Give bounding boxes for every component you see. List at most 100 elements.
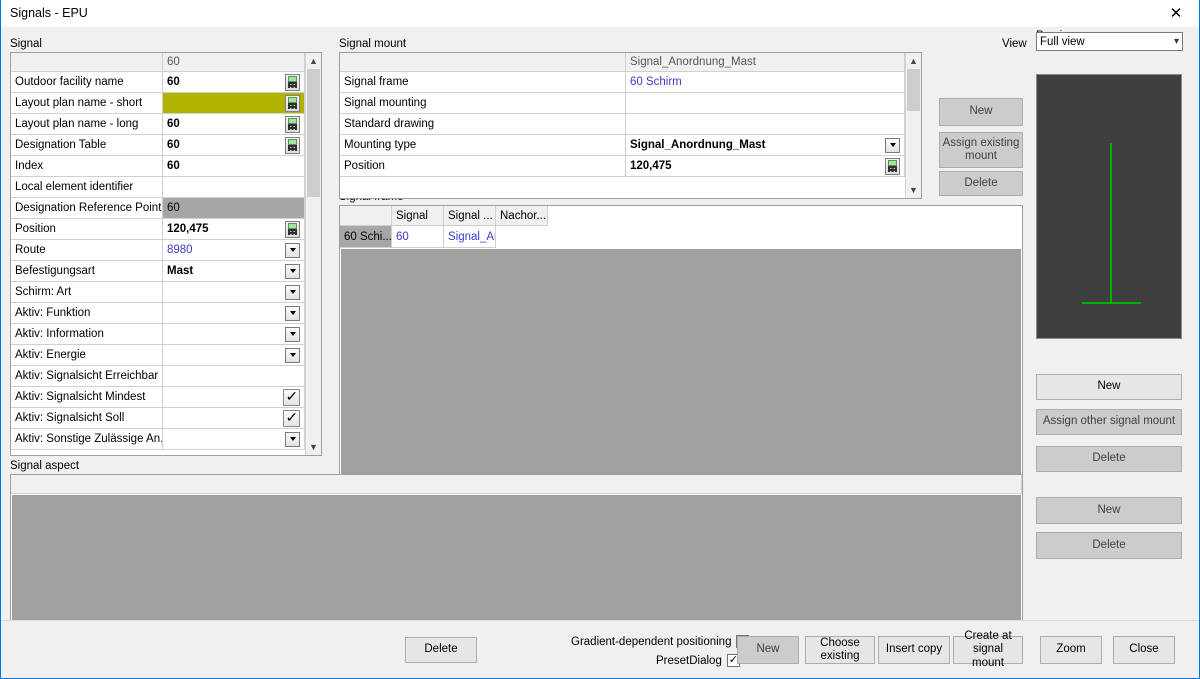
signal-mount-value[interactable] [626,114,905,135]
signal-property-row[interactable]: Outdoor facility name 60 [11,72,305,93]
signal-mount-new-button[interactable]: New [939,98,1023,126]
signal-property-row[interactable]: Aktiv: Signalsicht Mindest [11,387,305,408]
signal-mount-value[interactable]: 60 Schirm [626,72,905,93]
signal-property-value[interactable] [163,387,305,408]
signal-frame-assign-other-button[interactable]: Assign other signal mount [1036,409,1182,435]
signal-property-value[interactable]: 60 [163,72,305,93]
calculator-icon[interactable] [285,115,300,133]
signal-property-value[interactable]: Mast [163,261,305,282]
scroll-up-icon[interactable]: ▲ [306,53,321,69]
signal-property-value[interactable]: 120,475 [163,219,305,240]
scroll-up-icon[interactable]: ▲ [906,53,921,69]
calculator-icon[interactable] [885,157,900,175]
signal-property-value[interactable] [163,303,305,324]
signal-property-row[interactable]: Local element identifier [11,177,305,198]
view-select[interactable]: Full view ▾ [1036,32,1183,51]
signal-property-row[interactable]: Schirm: Art [11,282,305,303]
signal-mount-row[interactable]: Position 120,475 [340,156,905,177]
close-button[interactable]: Close [1113,636,1175,664]
signal-frame-cell[interactable]: 60 [392,226,444,248]
signal-grid-scrollbar[interactable]: ▲ ▼ [305,53,321,455]
signal-property-value[interactable] [163,345,305,366]
signal-frame-new-button[interactable]: New [1036,374,1182,400]
signal-frame-grid[interactable]: Signal Signal ... Nachor... 60 Schi... 60 Si… [339,205,1023,476]
signal-mount-value[interactable]: Signal_Anordnung_Mast [626,135,905,156]
calculator-icon[interactable] [285,94,300,112]
create-at-signal-mount-button[interactable]: Create at signal mount [953,630,1023,669]
calculator-icon[interactable] [285,73,300,91]
signal-property-row[interactable]: Layout plan name - long 60 [11,114,305,135]
signal-property-row[interactable]: Designation Table 60 [11,135,305,156]
signal-property-value[interactable] [163,366,305,387]
signal-mount-grid[interactable]: Signal_Anordnung_Mast Signal frame 60 Schi… [339,52,922,199]
signal-property-row[interactable]: Aktiv: Information [11,324,305,345]
signal-property-value[interactable] [163,324,305,345]
dropdown-arrow-icon[interactable] [885,137,900,153]
signal-property-value[interactable]: 8980 [163,240,305,261]
scrollbar-thumb[interactable] [907,69,920,111]
signal-frame-delete-button[interactable]: Delete [1036,446,1182,472]
signal-property-row[interactable]: Position 120,475 [11,219,305,240]
dropdown-arrow-icon[interactable] [285,305,300,321]
signal-property-row[interactable]: Index 60 [11,156,305,177]
insert-copy-button[interactable]: Insert copy [878,636,950,664]
signal-property-value[interactable] [163,177,305,198]
edit-check-icon[interactable] [283,388,300,406]
edit-check-icon[interactable] [283,409,300,427]
dropdown-arrow-icon[interactable] [285,263,300,279]
signal-aspect-new-button[interactable]: New [1036,497,1182,524]
signal-mount-row[interactable]: Signal mounting [340,93,905,114]
signal-mount-row[interactable]: Mounting type Signal_Anordnung_Mast [340,135,905,156]
signal-frame-cell[interactable]: Signal_Ar [444,226,496,248]
dropdown-arrow-icon[interactable] [285,284,300,300]
signal-property-row[interactable]: Befestigungsart Mast [11,261,305,282]
signal-mount-scrollbar[interactable]: ▲ ▼ [905,53,921,198]
dropdown-arrow-icon[interactable] [285,347,300,363]
choose-existing-button[interactable]: Choose existing [805,636,875,664]
signal-property-grid[interactable]: 60 Outdoor facility name 60 Layout plan nam… [10,52,322,456]
signal-property-value[interactable] [163,282,305,303]
bottom-delete-button[interactable]: Delete [405,637,477,663]
signal-mount-value[interactable] [626,93,905,114]
calculator-icon[interactable] [285,220,300,238]
dropdown-arrow-icon[interactable] [285,242,300,258]
signal-frame-cell[interactable]: 60 Schi... [340,226,392,248]
signal-mount-row[interactable]: Standard drawing [340,114,905,135]
signal-mount-delete-button[interactable]: Delete [939,171,1023,196]
signal-property-value[interactable] [163,429,305,450]
zoom-button[interactable]: Zoom [1040,636,1102,664]
signal-frame-column-header[interactable]: Nachor... [496,206,548,226]
close-icon[interactable]: ✕ [1153,0,1199,26]
scroll-down-icon[interactable]: ▼ [906,182,921,198]
bottom-new-button[interactable]: New [737,636,799,664]
signal-property-value[interactable] [163,93,305,114]
signal-property-row[interactable]: Layout plan name - short [11,93,305,114]
scroll-down-icon[interactable]: ▼ [306,439,321,455]
signal-property-row[interactable]: Aktiv: Signalsicht Soll [11,408,305,429]
signal-property-value[interactable] [163,408,305,429]
signal-frame-column-header[interactable] [340,206,392,226]
signal-aspect-delete-button[interactable]: Delete [1036,532,1182,559]
signal-property-value[interactable]: 60 [163,156,305,177]
signal-frame-column-header[interactable]: Signal ... [444,206,496,226]
dropdown-arrow-icon[interactable] [285,431,300,447]
scrollbar-track[interactable] [906,69,921,182]
scrollbar-track[interactable] [306,69,321,439]
table-row[interactable]: 60 Schi... 60 Signal_Ar [340,226,1022,248]
signal-property-row[interactable]: Aktiv: Signalsicht Erreichbar [11,366,305,387]
signal-mount-row[interactable]: Signal frame 60 Schirm [340,72,905,93]
signal-property-value[interactable]: 60 [163,198,305,219]
signal-property-row[interactable]: Aktiv: Sonstige Zulässige An... [11,429,305,450]
signal-property-row[interactable]: Aktiv: Funktion [11,303,305,324]
scrollbar-thumb[interactable] [307,69,320,197]
signal-property-value[interactable]: 60 [163,114,305,135]
signal-property-row[interactable]: Route 8980 [11,240,305,261]
signal-mount-assign-existing-button[interactable]: Assign existing mount [939,132,1023,168]
signal-mount-value[interactable]: 120,475 [626,156,905,177]
signal-frame-column-header[interactable]: Signal [392,206,444,226]
signal-property-value[interactable]: 60 [163,135,305,156]
signal-property-row[interactable]: Aktiv: Energie [11,345,305,366]
signal-property-row[interactable]: Designation Reference Point 60 [11,198,305,219]
calculator-icon[interactable] [285,136,300,154]
dropdown-arrow-icon[interactable] [285,326,300,342]
